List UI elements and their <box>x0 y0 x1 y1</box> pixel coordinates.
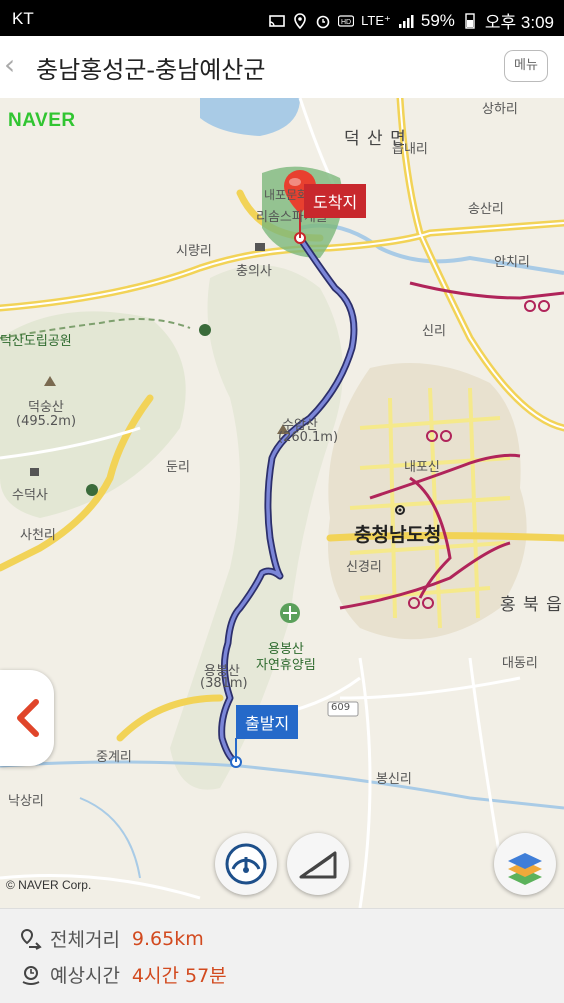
distance-row: 전체거리 9.65km <box>20 925 204 952</box>
network-type: LTE⁺ <box>361 12 391 28</box>
map-label: 신경리 <box>346 560 382 575</box>
route-distance-icon <box>20 928 42 950</box>
alarm-icon <box>316 15 330 28</box>
battery-level: 59% <box>420 10 455 30</box>
map-label: 신리 <box>422 324 446 339</box>
speedometer-button[interactable] <box>215 833 277 895</box>
status-bar: KT HD LTE⁺ 59% 오후 3:09 <box>0 0 564 36</box>
map-label: 충청남도청 <box>354 524 442 546</box>
map-label: 충의사 <box>236 264 272 279</box>
collapse-panel-button[interactable] <box>0 670 54 766</box>
layers-icon <box>508 853 542 885</box>
distance-value: 9.65km <box>131 927 204 950</box>
carrier-label: KT <box>12 9 34 28</box>
route-summary-panel: 전체거리 9.65km 예상시간 4시간 57분 <box>0 908 564 1003</box>
map-label: 낙상리 <box>8 794 44 809</box>
hd-voice-icon: HD <box>338 14 355 27</box>
map-label: 중계리 <box>96 750 132 765</box>
location-icon <box>294 12 306 29</box>
map-layers-button[interactable] <box>494 833 556 895</box>
map-label: 읍내리 <box>392 142 428 157</box>
map-label: 대동리 <box>502 656 538 671</box>
menu-button[interactable]: 메뉴 <box>504 50 548 82</box>
battery-icon <box>465 12 475 29</box>
time-label: 예상시간 <box>50 965 120 987</box>
slope-icon <box>299 851 337 879</box>
svg-text:HD: HD <box>341 19 351 26</box>
status-icons: HD LTE⁺ 59% 오후 3:09 <box>269 8 554 33</box>
naver-logo: NAVER <box>8 110 76 131</box>
map-label: 덕산도립공원 <box>0 334 72 349</box>
map-label: 덕숭산 <box>28 400 64 415</box>
map-label: 시량리 <box>176 244 212 259</box>
page-title: 충남홍성군-충남예산군 <box>36 56 266 84</box>
map-label: 내포신 <box>404 460 440 475</box>
destination-marker[interactable]: 도착지 <box>304 184 367 218</box>
map-label: 사천리 <box>20 528 56 543</box>
map-view[interactable]: NAVER 덕 산 면 읍내리 상하리 송산리 안치리 시량리 충의사 리솜스파… <box>0 98 564 908</box>
elevation-button[interactable] <box>287 833 349 895</box>
chevron-left-icon <box>17 699 39 737</box>
signal-icon <box>398 14 414 28</box>
time-row: 예상시간 4시간 57분 <box>20 961 227 988</box>
map-label: (260.1m) <box>278 430 339 445</box>
map-label: 둔리 <box>166 460 190 475</box>
distance-label: 전체거리 <box>50 929 120 951</box>
map-label: 홍 북 읍 <box>500 595 563 615</box>
map-label: 송산리 <box>468 202 504 217</box>
map-copyright: © NAVER Corp. <box>6 878 92 892</box>
map-label: (381m) <box>200 676 248 691</box>
map-label: 수덕사 <box>12 488 48 503</box>
start-marker[interactable]: 출발지 <box>236 705 299 739</box>
map-label: 봉신리 <box>376 772 412 787</box>
route-number: 609 <box>331 702 351 713</box>
map-label: 자연휴양림 <box>256 658 316 673</box>
map-label: 내포문화 <box>264 188 309 202</box>
back-icon[interactable]: ‹ <box>4 48 15 81</box>
cast-icon <box>269 14 285 27</box>
map-label: 안치리 <box>494 255 530 270</box>
map-label: 상하리 <box>482 102 518 117</box>
speedometer-icon <box>225 843 267 885</box>
time-value: 4시간 57분 <box>131 965 227 987</box>
clock: 오후 3:09 <box>484 13 554 32</box>
clock-icon <box>22 965 40 985</box>
app-header: ‹ 충남홍성군-충남예산군 메뉴 <box>0 36 564 99</box>
map-label: (495.2m) <box>16 414 77 429</box>
